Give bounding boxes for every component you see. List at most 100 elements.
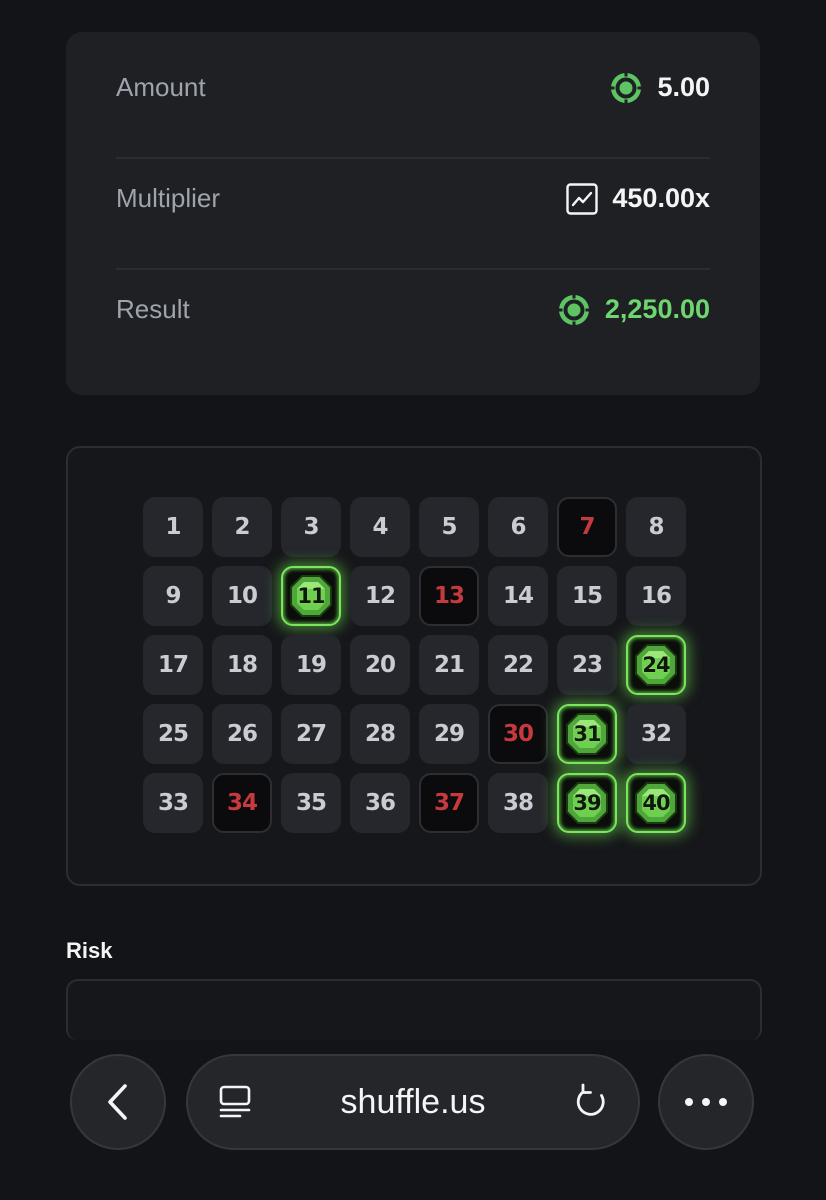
tile-number: 12 <box>364 583 396 609</box>
multiplier-value: 450.00x <box>612 183 710 213</box>
tile-number: 8 <box>648 514 664 540</box>
tile-number: 20 <box>364 652 396 678</box>
keno-board: 1 2 3 4 5 6 7 8 9 10 11 12 13 14 15 16 17 18 19 20 21 22 23 24 2… <box>66 446 762 886</box>
tile-number: 37 <box>433 790 465 816</box>
tile-number: 30 <box>502 721 534 747</box>
tile-number: 26 <box>226 721 258 747</box>
keno-tile-miss[interactable]: 30 <box>488 704 548 764</box>
tile-number: 32 <box>640 721 672 747</box>
keno-tile-hit[interactable]: 31 <box>557 704 617 764</box>
keno-tile[interactable]: 25 <box>143 704 203 764</box>
tile-number: 33 <box>157 790 189 816</box>
keno-tile[interactable]: 21 <box>419 635 479 695</box>
coin-icon <box>558 294 590 325</box>
keno-tile[interactable]: 19 <box>281 635 341 695</box>
keno-tile[interactable]: 33 <box>143 773 203 833</box>
keno-tile[interactable]: 20 <box>350 635 410 695</box>
keno-tile[interactable]: 1 <box>143 497 203 557</box>
keno-tile-miss[interactable]: 7 <box>557 497 617 557</box>
tile-number: 28 <box>364 721 396 747</box>
keno-tile[interactable]: 14 <box>488 566 548 626</box>
tile-number: 4 <box>372 514 388 540</box>
tile-number: 22 <box>502 652 534 678</box>
keno-tile-hit[interactable]: 11 <box>281 566 341 626</box>
tile-number: 3 <box>303 514 319 540</box>
keno-tile[interactable]: 9 <box>143 566 203 626</box>
keno-tile[interactable]: 38 <box>488 773 548 833</box>
tile-number: 16 <box>640 583 672 609</box>
keno-tile[interactable]: 26 <box>212 704 272 764</box>
url-text[interactable]: shuffle.us <box>188 1056 638 1148</box>
tile-number: 7 <box>579 514 595 540</box>
tile-number: 18 <box>226 652 258 678</box>
keno-tile[interactable]: 4 <box>350 497 410 557</box>
keno-tile[interactable]: 32 <box>626 704 686 764</box>
tile-number: 38 <box>502 790 534 816</box>
multiplier-row: Multiplier 450.00x <box>116 143 710 254</box>
risk-label: Risk <box>66 938 113 963</box>
keno-tile-miss[interactable]: 37 <box>419 773 479 833</box>
tile-number: 36 <box>364 790 396 816</box>
tile-number: 17 <box>157 652 189 678</box>
bet-summary-card: Amount 5.00 Multiplier 450.00x Result 2,… <box>66 32 760 395</box>
keno-tile-hit[interactable]: 24 <box>626 635 686 695</box>
tile-number: 39 <box>573 791 601 815</box>
address-bar[interactable]: shuffle.us <box>186 1054 640 1150</box>
tile-number: 21 <box>433 652 465 678</box>
keno-tile[interactable]: 2 <box>212 497 272 557</box>
tile-number: 1 <box>165 514 181 540</box>
keno-tile[interactable]: 5 <box>419 497 479 557</box>
browser-toolbar: shuffle.us <box>0 1040 826 1200</box>
keno-tile[interactable]: 6 <box>488 497 548 557</box>
amount-value: 5.00 <box>657 72 710 102</box>
tile-number: 35 <box>295 790 327 816</box>
tile-number: 24 <box>642 653 670 677</box>
keno-tile[interactable]: 16 <box>626 566 686 626</box>
tile-number: 25 <box>157 721 189 747</box>
keno-tile[interactable]: 10 <box>212 566 272 626</box>
tile-number: 23 <box>571 652 603 678</box>
amount-value-group: 5.00 <box>609 71 710 105</box>
tile-number: 31 <box>573 722 601 746</box>
back-button[interactable] <box>70 1054 166 1150</box>
keno-tile[interactable]: 23 <box>557 635 617 695</box>
keno-tile-hit[interactable]: 40 <box>626 773 686 833</box>
coin-icon <box>610 72 642 103</box>
keno-tile[interactable]: 17 <box>143 635 203 695</box>
tile-number: 5 <box>441 514 457 540</box>
result-value-group: 2,250.00 <box>557 293 710 327</box>
keno-tile-hit[interactable]: 39 <box>557 773 617 833</box>
reload-icon[interactable] <box>574 1083 610 1121</box>
amount-label: Amount <box>116 72 206 102</box>
result-label: Result <box>116 294 190 324</box>
multiplier-value-group: 450.00x <box>566 182 710 215</box>
keno-tile[interactable]: 3 <box>281 497 341 557</box>
keno-tile-miss[interactable]: 34 <box>212 773 272 833</box>
back-chevron-icon <box>108 1084 127 1120</box>
chart-icon <box>566 182 599 215</box>
tile-number: 40 <box>642 791 670 815</box>
keno-tile[interactable]: 35 <box>281 773 341 833</box>
keno-tile[interactable]: 27 <box>281 704 341 764</box>
amount-row: Amount 5.00 <box>116 32 710 143</box>
tile-number: 15 <box>571 583 603 609</box>
more-menu-button[interactable] <box>658 1054 754 1150</box>
tile-number: 14 <box>502 583 534 609</box>
tile-number: 19 <box>295 652 327 678</box>
risk-select[interactable] <box>66 979 762 1041</box>
tile-number: 10 <box>226 583 258 609</box>
keno-tile[interactable]: 36 <box>350 773 410 833</box>
tile-number: 9 <box>165 583 181 609</box>
tile-number: 11 <box>297 584 325 608</box>
keno-tile[interactable]: 15 <box>557 566 617 626</box>
tile-number: 34 <box>226 790 258 816</box>
keno-tile[interactable]: 28 <box>350 704 410 764</box>
keno-tile[interactable]: 29 <box>419 704 479 764</box>
tile-number: 27 <box>295 721 327 747</box>
keno-tile[interactable]: 22 <box>488 635 548 695</box>
keno-tile[interactable]: 8 <box>626 497 686 557</box>
keno-tile[interactable]: 12 <box>350 566 410 626</box>
keno-tile[interactable]: 18 <box>212 635 272 695</box>
keno-tile-miss[interactable]: 13 <box>419 566 479 626</box>
more-dots-icon <box>685 1098 727 1106</box>
